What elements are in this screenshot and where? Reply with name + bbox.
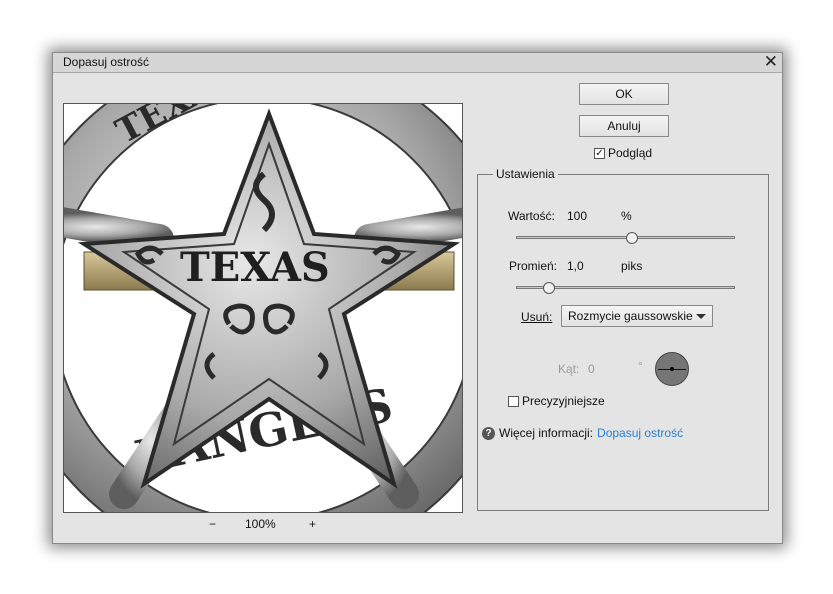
zoom-out-button[interactable]: −	[209, 517, 216, 531]
remove-select-value: Rozmycie gaussowskie	[568, 309, 693, 323]
settings-group-label: Ustawienia	[493, 167, 558, 181]
more-accurate-label: Precyzyjniejsze	[522, 394, 605, 408]
close-icon[interactable]: ✕	[764, 52, 778, 72]
radius-unit: piks	[621, 259, 643, 273]
preview-image: TEXAS RANGERS TEXAS	[64, 104, 462, 512]
title-bar[interactable]: Dopasuj ostrość ✕	[53, 52, 782, 73]
angle-value: 0	[588, 362, 595, 376]
more-accurate-toggle[interactable]: Precyzyjniejsze	[508, 394, 605, 408]
remove-label: Usuń:	[521, 310, 552, 324]
remove-label-text: Usuń:	[521, 310, 553, 324]
radius-label: Promień:	[509, 259, 558, 273]
amount-value[interactable]: 100	[567, 209, 587, 223]
preview-toggle[interactable]: ✓ Podgląd	[594, 146, 652, 160]
more-info-row: ? Więcej informacji: Dopasuj ostrość	[482, 426, 683, 440]
chevron-down-icon	[696, 314, 706, 319]
badge-text: TEXAS	[180, 244, 330, 291]
cancel-button[interactable]: Anuluj	[579, 115, 669, 137]
preview-pane[interactable]: TEXAS RANGERS TEXAS	[63, 103, 463, 513]
zoom-bar: − 100% +	[63, 517, 463, 533]
more-info-link[interactable]: Dopasuj ostrość	[597, 426, 683, 440]
zoom-level: 100%	[245, 517, 276, 531]
radius-slider-thumb[interactable]	[542, 282, 555, 294]
help-icon: ?	[482, 426, 495, 440]
dialog-title: Dopasuj ostrość	[63, 55, 150, 69]
preview-label: Podgląd	[608, 146, 653, 160]
zoom-in-button[interactable]: +	[309, 517, 316, 531]
angle-dial-icon[interactable]	[655, 352, 689, 386]
angle-dial-center	[670, 367, 674, 371]
ok-button[interactable]: OK	[579, 83, 669, 105]
settings-group: Ustawienia Wartość: 100 % Promień: 1,0 p…	[477, 167, 769, 511]
amount-unit: %	[621, 209, 632, 223]
radius-value[interactable]: 1,0	[567, 259, 584, 273]
angle-unit: °	[638, 359, 643, 373]
amount-slider-thumb[interactable]	[626, 232, 639, 244]
more-accurate-checkbox[interactable]	[508, 395, 519, 407]
angle-label: Kąt:	[558, 362, 580, 376]
preview-checkbox[interactable]: ✓	[594, 147, 605, 159]
amount-label: Wartość:	[508, 209, 555, 223]
unsharp-mask-dialog: Dopasuj ostrość ✕ RANGERS TEXAS − 100% +…	[52, 52, 783, 544]
more-info-label: Więcej informacji:	[499, 426, 594, 440]
remove-select[interactable]: Rozmycie gaussowskie	[561, 305, 713, 327]
